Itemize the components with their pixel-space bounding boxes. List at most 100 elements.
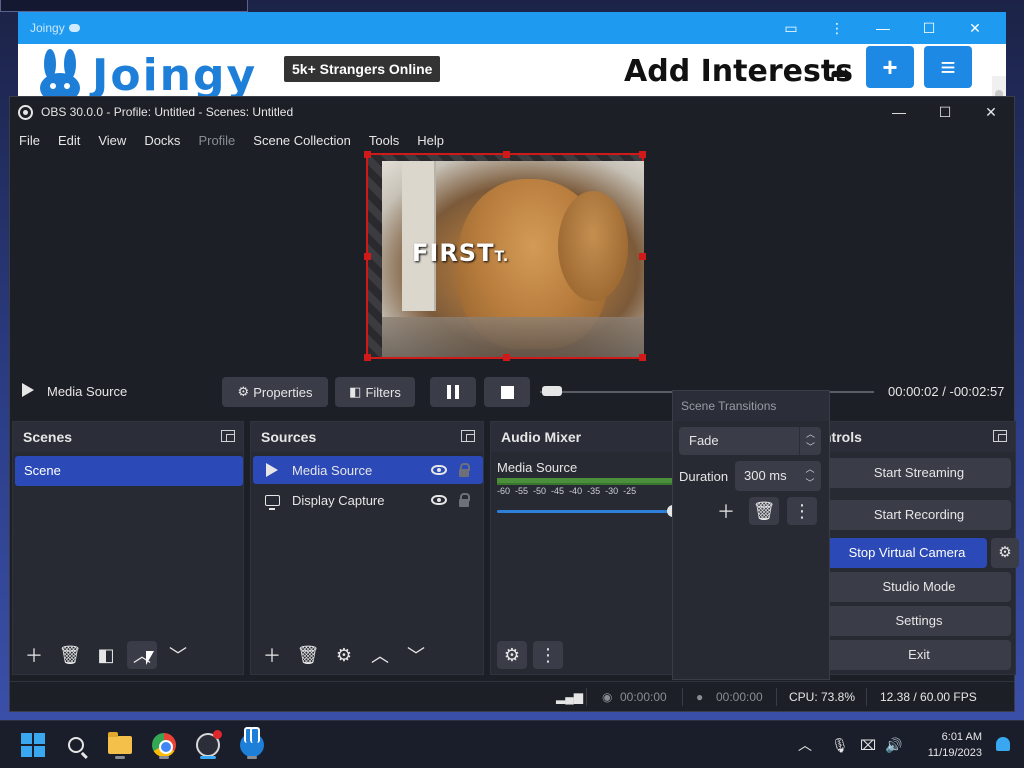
- start-recording-button[interactable]: Start Recording: [827, 500, 1011, 530]
- file-explorer-taskbar-button[interactable]: [104, 729, 136, 761]
- visibility-eye-icon[interactable]: [431, 465, 447, 475]
- undock-icon[interactable]: [993, 430, 1007, 442]
- filters-button[interactable]: ◧ Filters: [335, 377, 415, 407]
- search-button[interactable]: [60, 729, 92, 761]
- source-row-media-source[interactable]: Media Source: [253, 456, 483, 484]
- sources-dock-header[interactable]: Sources: [251, 422, 483, 452]
- menu-profile[interactable]: Profile: [189, 133, 244, 148]
- scene-filters-button[interactable]: ◧: [91, 641, 121, 669]
- media-time-readout: 00:00:02 / -00:02:57: [888, 384, 1004, 399]
- remove-transition-button[interactable]: 🗑: [749, 497, 779, 525]
- resize-handle-br[interactable]: [639, 354, 646, 361]
- undock-icon[interactable]: [221, 430, 235, 442]
- add-interests-label[interactable]: Add Interests: [624, 54, 853, 89]
- lock-icon[interactable]: [459, 462, 470, 477]
- notification-bell-icon[interactable]: [996, 737, 1010, 751]
- add-source-button[interactable]: ＋: [257, 641, 287, 669]
- menu-edit[interactable]: Edit: [49, 133, 89, 148]
- pause-button[interactable]: [430, 377, 476, 407]
- resize-handle-t[interactable]: [503, 151, 510, 158]
- preview-area[interactable]: FIRSTT.: [10, 151, 1014, 365]
- studio-mode-button[interactable]: Studio Mode: [827, 572, 1011, 602]
- visibility-eye-icon[interactable]: [431, 495, 447, 505]
- maximize-button[interactable]: ☐: [906, 20, 952, 37]
- exit-button[interactable]: Exit: [827, 640, 1011, 670]
- folder-icon: [108, 732, 132, 754]
- lock-icon[interactable]: [459, 492, 470, 507]
- resize-handle-r[interactable]: [639, 253, 646, 260]
- transition-select[interactable]: Fade ︿ ﹀: [679, 427, 821, 455]
- scene-transitions-title[interactable]: Scene Transitions: [673, 391, 829, 421]
- network-icon[interactable]: ⌧: [860, 721, 876, 768]
- add-transition-button[interactable]: ＋: [711, 497, 741, 525]
- volume-slider[interactable]: [497, 510, 677, 513]
- start-streaming-button[interactable]: Start Streaming: [827, 458, 1011, 488]
- close-button[interactable]: ✕: [952, 20, 998, 37]
- advanced-audio-gear-button[interactable]: ⚙: [497, 641, 527, 669]
- resize-handle-tr[interactable]: [639, 151, 646, 158]
- menu-tools[interactable]: Tools: [360, 133, 408, 148]
- windows-taskbar: ︿ 🎙 ⌧ 🔊 6:01 AM 11/19/2023: [0, 720, 1024, 768]
- camera-icon[interactable]: ▭: [768, 20, 814, 37]
- stop-virtual-camera-button[interactable]: Stop Virtual Camera: [827, 538, 987, 568]
- move-source-up-button[interactable]: ︿: [365, 641, 395, 669]
- settings-button[interactable]: Settings: [827, 606, 1011, 636]
- undock-icon[interactable]: [461, 430, 475, 442]
- add-interest-button[interactable]: +: [866, 46, 914, 88]
- browser-window-controls: ▭ ⋮ — ☐ ✕: [768, 12, 998, 44]
- browser-window[interactable]: Joingy ▭ ⋮ — ☐ ✕ Joingy 5k+ Strangers On…: [18, 12, 1006, 134]
- volume-icon[interactable]: 🔊: [885, 721, 902, 768]
- properties-button[interactable]: ⚙ Properties: [222, 377, 328, 407]
- joingy-taskbar-button[interactable]: [236, 727, 268, 761]
- menu-help[interactable]: Help: [408, 133, 453, 148]
- resize-handle-b[interactable]: [503, 354, 510, 361]
- resize-handle-l[interactable]: [364, 253, 371, 260]
- microphone-icon[interactable]: 🎙: [831, 721, 849, 768]
- scenes-dock-header[interactable]: Scenes: [13, 422, 243, 452]
- move-scene-down-button[interactable]: ﹀: [163, 641, 193, 669]
- play-icon[interactable]: [22, 383, 34, 397]
- scene-list-item[interactable]: Scene: [15, 456, 243, 486]
- obs-titlebar[interactable]: OBS 30.0.0 - Profile: Untitled - Scenes:…: [10, 97, 1014, 127]
- menu-docks[interactable]: Docks: [135, 133, 189, 148]
- close-button[interactable]: ✕: [968, 97, 1014, 127]
- minimize-button[interactable]: —: [876, 97, 922, 127]
- resize-handle-tl[interactable]: [364, 151, 371, 158]
- mixer-menu-button[interactable]: ⋮: [533, 641, 563, 669]
- show-hidden-icons-chevron-icon[interactable]: ︿: [798, 721, 812, 768]
- source-row-display-capture[interactable]: Display Capture: [253, 486, 483, 514]
- fps-readout: 12.38 / 60.00 FPS: [880, 690, 977, 704]
- spin-arrows-icon[interactable]: ︿ ﹀: [799, 461, 821, 491]
- browser-titlebar[interactable]: Joingy ▭ ⋮ — ☐ ✕: [18, 12, 1006, 44]
- source-properties-button[interactable]: ⚙: [329, 641, 359, 669]
- transition-buttons: ＋ 🗑 ⋮: [711, 497, 817, 525]
- kebab-menu-icon[interactable]: ⋮: [814, 20, 860, 37]
- menu-file[interactable]: File: [10, 133, 49, 148]
- system-clock[interactable]: 6:01 AM 11/19/2023: [928, 729, 982, 761]
- add-scene-button[interactable]: ＋: [19, 641, 49, 669]
- menu-scene-collection[interactable]: Scene Collection: [244, 133, 360, 148]
- chrome-taskbar-button[interactable]: [148, 729, 180, 761]
- scale-tick: -55: [515, 486, 529, 496]
- menu-view[interactable]: View: [89, 133, 135, 148]
- hamburger-menu-button[interactable]: ≡: [924, 46, 972, 88]
- start-button[interactable]: [17, 729, 49, 761]
- seek-handle[interactable]: [542, 386, 562, 396]
- transition-menu-button[interactable]: ⋮: [787, 497, 817, 525]
- time-elapsed: 00:00:02: [888, 384, 939, 399]
- audio-mixer-header[interactable]: Audio Mixer: [491, 422, 675, 452]
- resize-handle-bl[interactable]: [364, 354, 371, 361]
- virtual-camera-settings-gear-icon[interactable]: ⚙: [991, 538, 1019, 568]
- controls-dock-header[interactable]: ntrols: [821, 422, 1015, 452]
- stop-button[interactable]: [484, 377, 530, 407]
- move-source-down-button[interactable]: ﹀: [401, 641, 431, 669]
- obs-taskbar-button[interactable]: [192, 729, 224, 761]
- remove-scene-button[interactable]: 🗑: [55, 641, 85, 669]
- maximize-button[interactable]: ☐: [922, 97, 968, 127]
- duration-spinbox[interactable]: 300 ms ︿ ﹀: [735, 461, 821, 491]
- scale-tick: -50: [533, 486, 547, 496]
- media-preview-image: FIRSTT.: [382, 161, 644, 357]
- minimize-button[interactable]: —: [860, 20, 906, 36]
- source-bounding-box[interactable]: FIRSTT.: [364, 151, 646, 361]
- remove-source-button[interactable]: 🗑: [293, 641, 323, 669]
